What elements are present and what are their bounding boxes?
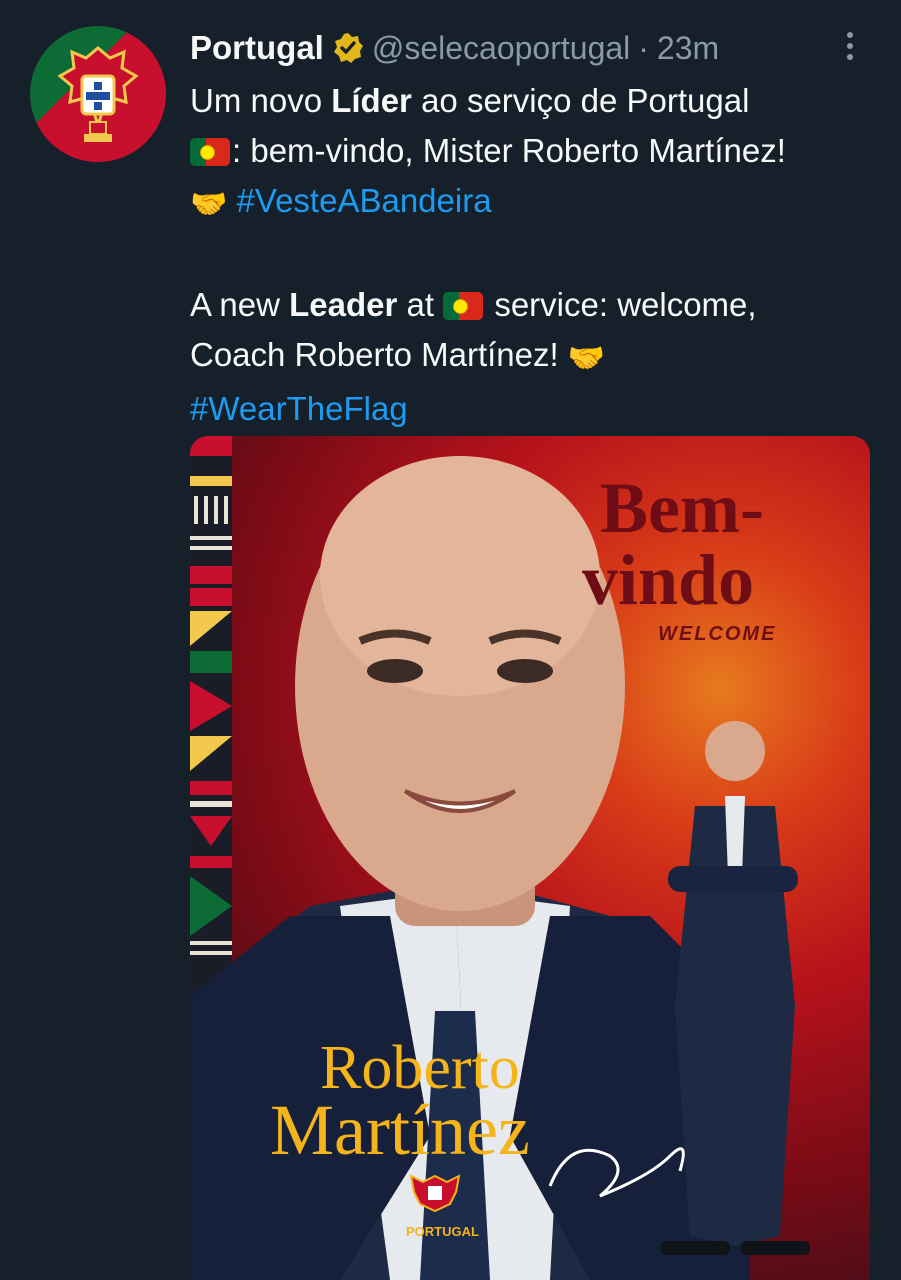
text-segment: A new [190, 286, 290, 323]
hashtag-link[interactable]: #WearTheFlag [190, 390, 408, 427]
tweet-header: Portugal @selecaoportugal · 23m [190, 28, 719, 68]
poster-title-line1: Bem- [600, 468, 764, 548]
welcome-poster: Bem- vindo WELCOME Roberto Martínez PORT… [190, 436, 810, 1280]
tweet[interactable]: Portugal @selecaoportugal · 23m Um novo … [0, 0, 901, 1280]
poster-name-line2: Martínez [270, 1090, 530, 1170]
en-line-3: #WearTheFlag [190, 384, 880, 434]
verified-badge-icon [332, 32, 364, 64]
portugal-crest-icon [57, 46, 139, 142]
tweet-text: Um novo Líder ao serviço de Portugal : b… [190, 76, 880, 434]
en-line-2: Coach Roberto Martínez! 🤝 [190, 330, 880, 384]
text-segment: Coach Roberto Martínez! [190, 336, 568, 373]
poster-title-line2: vindo [582, 540, 754, 620]
portugal-flag-icon [190, 138, 230, 166]
crest-label: PORTUGAL [406, 1224, 479, 1239]
text-segment: Um novo [190, 82, 332, 119]
separator: · [638, 29, 649, 66]
handshake-icon: 🤝 [567, 342, 606, 375]
text-segment: service: welcome, [485, 286, 757, 323]
text-segment: at [397, 286, 444, 323]
account-name[interactable]: Portugal [190, 29, 324, 67]
text-segment: ao serviço de Portugal [411, 82, 750, 119]
tweet-media-image[interactable]: Bem- vindo WELCOME Roberto Martínez PORT… [190, 436, 870, 1280]
avatar[interactable] [30, 26, 166, 162]
bold-word: Leader [289, 286, 398, 323]
poster-subtitle: WELCOME [658, 623, 776, 645]
account-handle[interactable]: @selecaoportugal [372, 30, 630, 67]
pt-line-1: Um novo Líder ao serviço de Portugal [190, 76, 880, 126]
en-line-1: A new Leader at service: welcome, [190, 280, 880, 330]
bold-word: Líder [331, 82, 412, 119]
more-options-icon[interactable] [838, 26, 862, 66]
pt-line-2: : bem-vindo, Mister Roberto Martínez! [190, 126, 880, 176]
hashtag-link[interactable]: #VesteABandeira [237, 182, 492, 219]
handshake-icon: 🤝 [190, 188, 228, 221]
pt-line-3: 🤝 #VesteABandeira [190, 176, 880, 230]
portugal-flag-icon [443, 292, 484, 320]
text-segment: : bem-vindo, Mister Roberto Martínez! [232, 132, 786, 169]
timestamp[interactable]: 23m [657, 30, 719, 67]
